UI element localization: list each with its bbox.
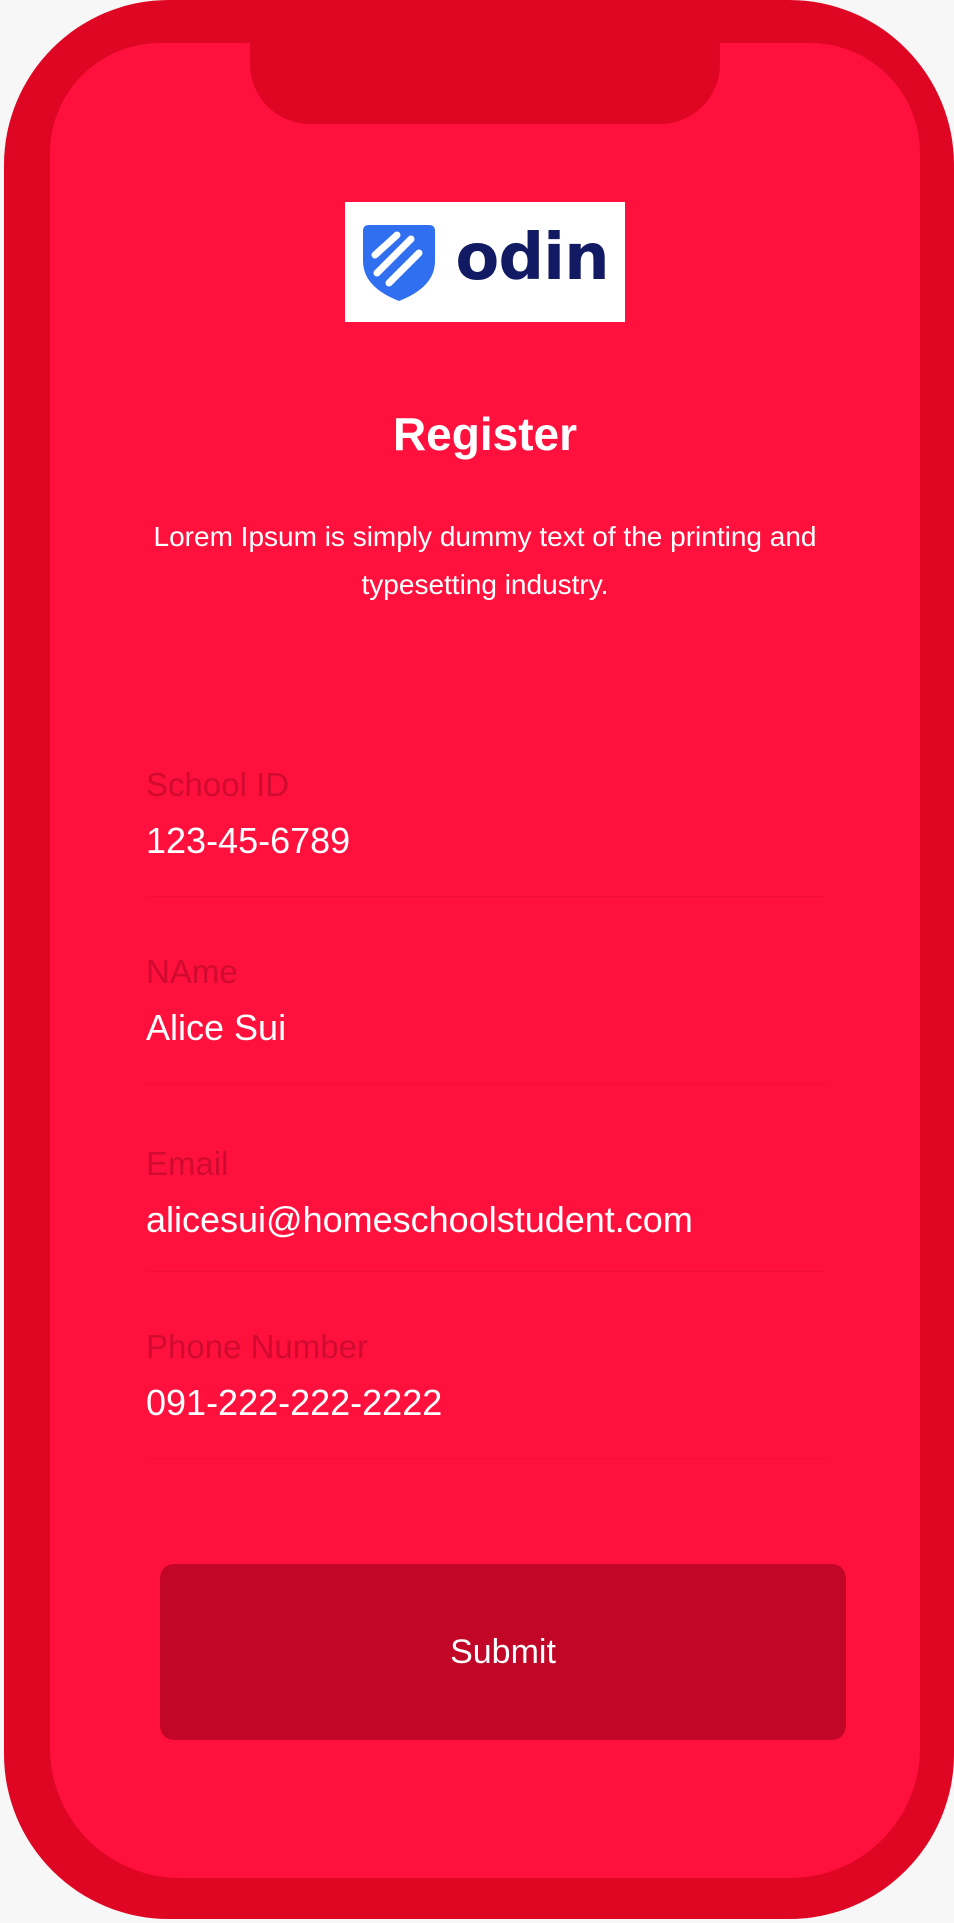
- school-id-field[interactable]: School ID 123-45-6789: [146, 768, 826, 897]
- logo-wordmark: odin: [455, 221, 609, 295]
- shield-icon: [361, 221, 437, 303]
- phone-notch: [250, 43, 720, 124]
- app-screen: odin Register Lorem Ipsum is simply dumm…: [50, 43, 920, 1878]
- submit-button[interactable]: Submit: [160, 1564, 846, 1740]
- email-field[interactable]: Email alicesui@homeschoolstudent.com: [146, 1147, 826, 1272]
- odin-logo: odin: [345, 202, 625, 322]
- phone-number-label: Phone Number: [146, 1328, 368, 1365]
- page-subtitle: Lorem Ipsum is simply dummy text of the …: [153, 521, 817, 600]
- school-id-input[interactable]: 123-45-6789: [146, 823, 826, 859]
- page-title: Register: [392, 408, 578, 460]
- name-label: NAme: [146, 953, 238, 990]
- email-input[interactable]: alicesui@homeschoolstudent.com: [146, 1202, 826, 1238]
- email-label: Email: [146, 1145, 229, 1182]
- name-input[interactable]: Alice Sui: [146, 1010, 826, 1046]
- phone-number-input[interactable]: 091-222-222-2222: [146, 1385, 826, 1421]
- phone-frame: odin Register Lorem Ipsum is simply dumm…: [4, 0, 954, 1919]
- school-id-label: School ID: [146, 766, 290, 803]
- name-field[interactable]: NAme Alice Sui: [146, 955, 826, 1084]
- phone-number-field[interactable]: Phone Number 091-222-222-2222: [146, 1330, 826, 1459]
